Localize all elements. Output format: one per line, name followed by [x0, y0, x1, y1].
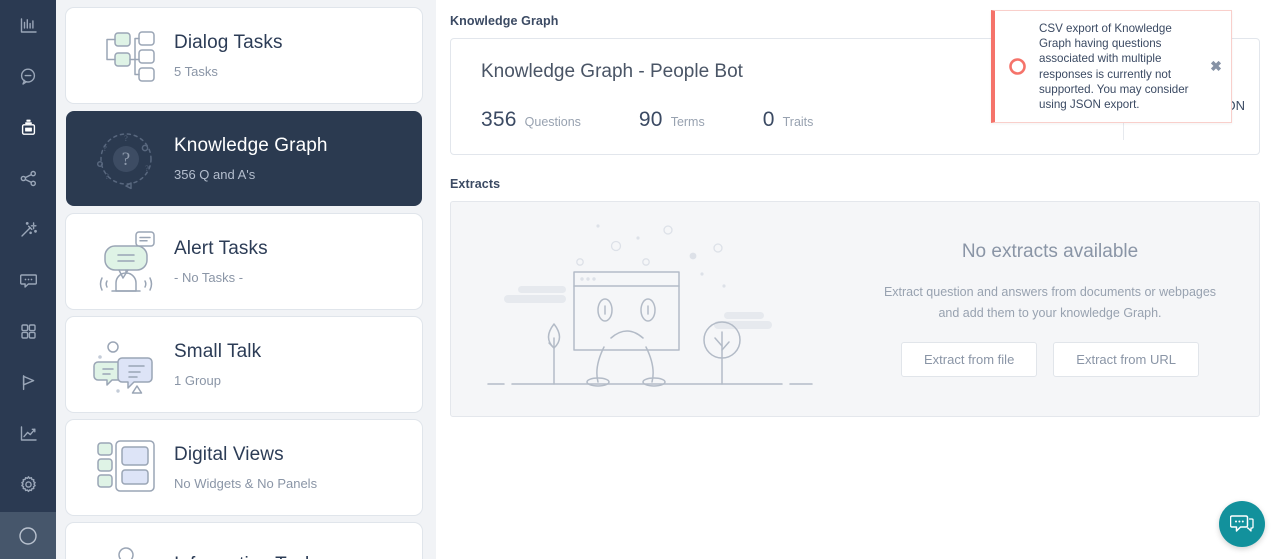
- task-card-digital-views[interactable]: Digital Views No Widgets & No Panels: [66, 420, 422, 515]
- task-card-knowledge-graph[interactable]: ? ? ? ? ? Knowledge Graph 356 Q and A's: [66, 111, 422, 206]
- extract-from-file-button[interactable]: Extract from file: [901, 341, 1038, 377]
- app-root: Dialog Tasks 5 Tasks ? ? ? ? ? Knowledge…: [0, 0, 1280, 559]
- kg-stat-value: 90: [638, 108, 663, 131]
- close-icon[interactable]: ✖: [1205, 58, 1227, 75]
- task-title: Knowledge Graph: [174, 135, 328, 156]
- stop-error-icon: [1005, 58, 1029, 75]
- task-subtitle: 5 Tasks: [174, 64, 218, 79]
- task-card-small-talk[interactable]: Small Talk 1 Group: [66, 317, 422, 412]
- task-card-alert-tasks[interactable]: Alert Tasks - No Tasks -: [66, 214, 422, 309]
- knowledge-graph-icon: ? ? ? ? ?: [78, 127, 174, 191]
- svg-text:?: ?: [145, 164, 149, 173]
- extract-from-url-button[interactable]: Extract from URL: [1053, 341, 1199, 377]
- task-text: Dialog Tasks 5 Tasks: [174, 33, 283, 78]
- task-text: Small Talk 1 Group: [174, 342, 261, 387]
- task-subtitle: - No Tasks -: [174, 270, 244, 285]
- line-chart-icon[interactable]: [0, 408, 56, 459]
- task-title: Dialog Tasks: [174, 32, 283, 53]
- task-title: Information Tasks: [174, 555, 324, 559]
- extracts-empty-box: No extracts available Extract question a…: [450, 201, 1260, 417]
- gear-icon[interactable]: [0, 459, 56, 510]
- information-tasks-icon: [78, 541, 174, 559]
- kg-stat-unit: Terms: [670, 115, 705, 129]
- task-card-dialog-tasks[interactable]: Dialog Tasks 5 Tasks: [66, 8, 422, 103]
- left-icon-rail: [0, 0, 56, 559]
- empty-desc-line2: and add them to your knowledge Graph.: [938, 306, 1162, 320]
- error-toast-notification: CSV export of Knowledge Graph having que…: [991, 10, 1232, 123]
- task-subtitle: 356 Q and A's: [174, 167, 256, 182]
- bot-icon[interactable]: [0, 102, 56, 153]
- share-network-icon[interactable]: [0, 153, 56, 204]
- task-list-panel: Dialog Tasks 5 Tasks ? ? ? ? ? Knowledge…: [56, 0, 436, 559]
- digital-views-icon: [78, 437, 174, 499]
- profile-icon[interactable]: [0, 512, 56, 559]
- empty-desc-line1: Extract question and answers from docume…: [883, 285, 1217, 300]
- task-subtitle: 1 Group: [174, 373, 221, 388]
- svg-text:?: ?: [103, 144, 107, 153]
- task-title: Small Talk: [174, 341, 262, 362]
- flag-icon[interactable]: [0, 357, 56, 408]
- kg-stat-traits: 0 Traits: [763, 108, 814, 132]
- task-card-information-tasks[interactable]: Information Tasks: [66, 523, 422, 559]
- extracts-empty-state: No extracts available Extract question a…: [851, 241, 1259, 377]
- small-talk-icon: [78, 334, 174, 396]
- chat-icon[interactable]: [0, 51, 56, 102]
- kg-stat-questions: 356 Questions: [481, 108, 581, 132]
- chat-support-button[interactable]: [1219, 501, 1265, 547]
- empty-state-title: No extracts available: [961, 241, 1139, 263]
- analytics-icon[interactable]: [0, 0, 56, 51]
- task-title: Digital Views: [174, 444, 284, 465]
- extract-buttons: Extract from file Extract from URL: [851, 341, 1249, 377]
- task-text: Information Tasks: [174, 555, 324, 559]
- empty-state-description: Extract question and answers from docume…: [851, 282, 1249, 323]
- alert-tasks-icon: [78, 229, 174, 295]
- toast-message: CSV export of Knowledge Graph having que…: [1039, 21, 1189, 112]
- svg-text:?: ?: [105, 172, 109, 181]
- task-title: Alert Tasks: [174, 238, 268, 259]
- grid-apps-icon[interactable]: [0, 306, 56, 357]
- kg-stat-value: 0: [762, 108, 775, 131]
- no-extracts-illustration-icon: [451, 214, 851, 404]
- kg-stat-unit: Traits: [782, 115, 814, 129]
- kg-stat-value: 356: [481, 108, 517, 131]
- task-text: Knowledge Graph 356 Q and A's: [174, 136, 328, 181]
- dialog-tasks-icon: [78, 26, 174, 86]
- message-icon[interactable]: [0, 255, 56, 306]
- task-text: Digital Views No Widgets & No Panels: [174, 445, 317, 490]
- magic-wand-icon[interactable]: [0, 204, 56, 255]
- svg-text:?: ?: [122, 149, 130, 170]
- kg-stat-unit: Questions: [524, 115, 581, 129]
- kg-stat-terms: 90 Terms: [639, 108, 705, 132]
- task-text: Alert Tasks - No Tasks -: [174, 239, 268, 284]
- extracts-section-label: Extracts: [450, 177, 501, 191]
- task-subtitle: No Widgets & No Panels: [174, 476, 318, 491]
- svg-text:?: ?: [124, 134, 128, 143]
